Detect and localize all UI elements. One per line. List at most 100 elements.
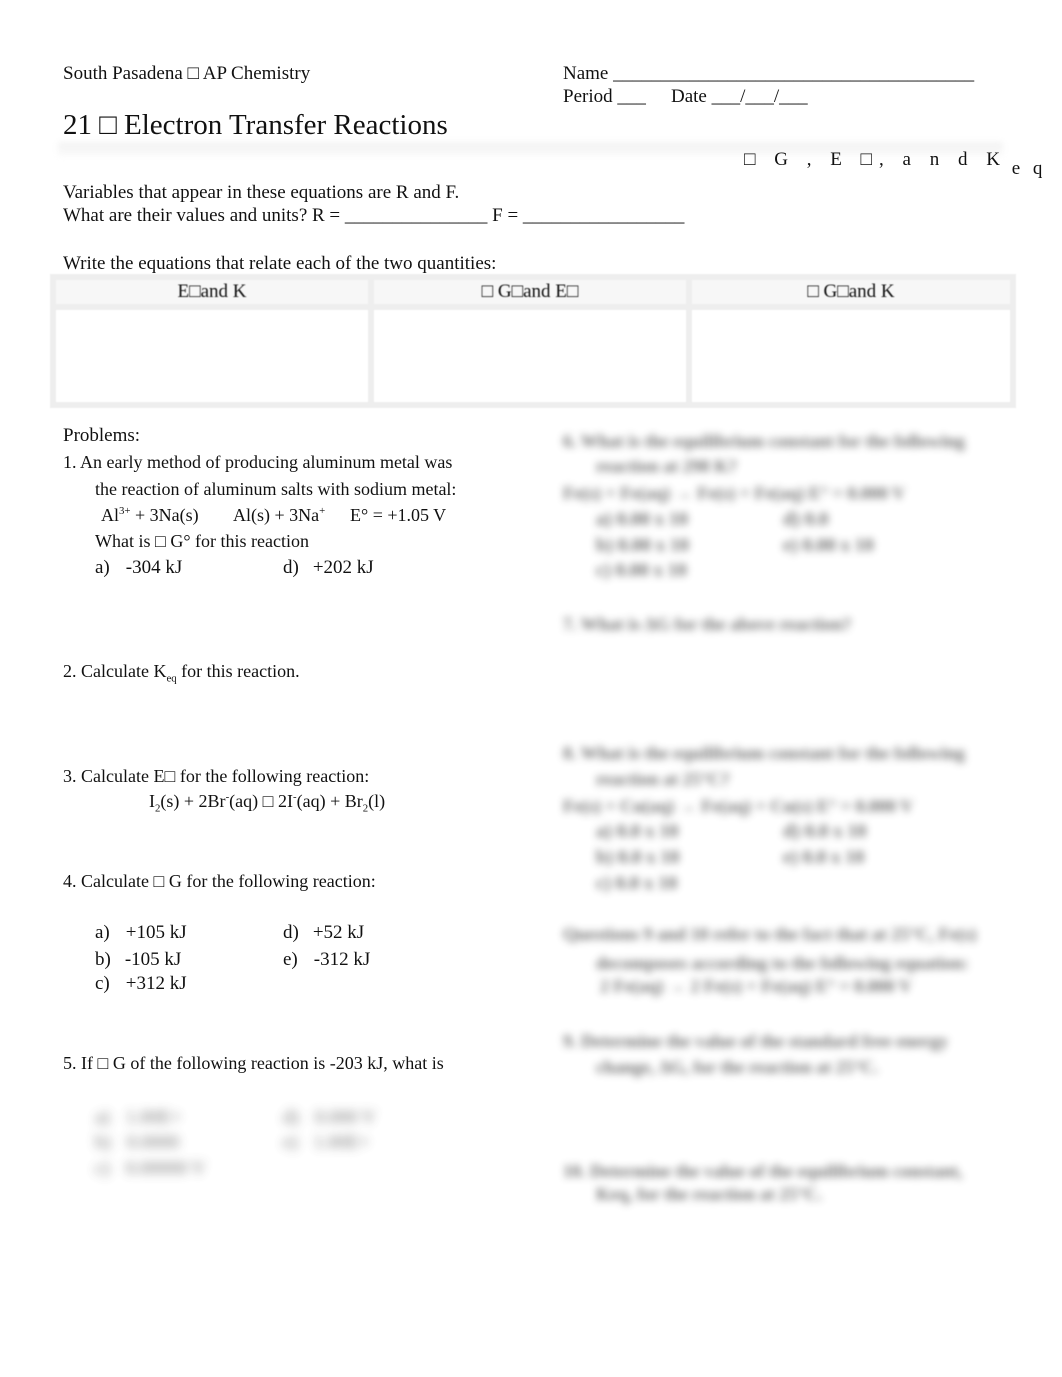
option-letter: b) [95, 949, 111, 970]
problem-2-sub: eq [166, 672, 177, 685]
problem-8-option-d[interactable]: d) 0.0 x 10 [783, 821, 866, 843]
period-field-label[interactable]: Period ___ [563, 86, 646, 108]
problem-6-option-e[interactable]: e) 0.00 x 10 [783, 535, 874, 557]
problem-2-suffix: for this reaction. [176, 661, 300, 681]
name-field-label[interactable]: Name ___________________________________… [563, 63, 974, 85]
eq-part2: (aq) □ 2I [229, 791, 294, 811]
problem-8-option-b[interactable]: b) 0.0 x 10 [596, 847, 679, 869]
table-header-e-k: E□and K [56, 280, 374, 310]
problem-5-option-c[interactable]: c) 0.00000 V [95, 1158, 206, 1180]
option-letter: b) [95, 1132, 111, 1153]
questions-9-10-equation: 2 Fe(aq) → 2 Fe(s) + Fe(aq) E° = 0.000 V [600, 976, 912, 996]
variables-line: Variables that appear in these equations… [63, 182, 460, 203]
problem-5-option-a[interactable]: a) 1.00E+ [95, 1107, 181, 1129]
problem-3-equation: I2(s) + 2Br-(aq) □ 2I-(aq) + Br2(l) [149, 791, 386, 814]
problem-4-option-e[interactable]: e) -312 kJ [283, 949, 370, 971]
table-cell-e-k[interactable] [56, 310, 374, 402]
problem-4-option-b[interactable]: b) -105 kJ [95, 949, 181, 971]
option-value: 1.00E+ [125, 1107, 182, 1128]
problem-1-products: Al(s) + 3Na+ [233, 505, 325, 526]
problem-8-option-c[interactable]: c) 0.0 x 10 [596, 873, 677, 895]
problem-2-prefix: 2. Calculate K [63, 661, 167, 681]
problem-4-option-d[interactable]: d) +52 kJ [283, 922, 364, 944]
problem-6-option-a[interactable]: a) 0.00 x 10 [596, 509, 688, 531]
option-letter: a) [95, 922, 110, 943]
worksheet-subtitle: □ G , E □, a n d K e q [744, 149, 1046, 179]
problem-8-option-e[interactable]: e) 0.0 x 10 [783, 847, 864, 869]
problem-2: 2. Calculate Keq for this reaction. [63, 661, 300, 685]
option-value: -312 kJ [313, 949, 371, 970]
problem-4-option-c[interactable]: c) +312 kJ [95, 973, 187, 995]
questions-9-10-intro-line2: decomposes according to the following eq… [596, 953, 969, 973]
table-header-g-e: □ G□and E□ [374, 280, 692, 310]
option-value: +105 kJ [125, 922, 187, 943]
problem-1-option-a[interactable]: a) -304 kJ [95, 557, 182, 579]
problem-5-option-e[interactable]: e) 1.00E+ [283, 1132, 369, 1154]
eq-products: Al(s) + 3Na [233, 505, 320, 525]
problem-5: 5. If □ G of the following reaction is -… [63, 1053, 444, 1073]
problems-heading: Problems: [63, 425, 141, 446]
option-letter: e) [283, 949, 298, 970]
problem-8-option-a[interactable]: a) 0.0 x 10 [596, 821, 678, 843]
eq-reactant-na: + 3Na(s) [130, 505, 199, 525]
problem-7: 7. What is ΔG for the above reaction? [563, 614, 852, 634]
problem-3: 3. Calculate E□ for the following reacti… [63, 766, 370, 786]
subtitle-main: □ G , E □, a n d K [744, 149, 1007, 170]
problem-1-question: What is □ G° for this reaction [95, 531, 310, 551]
option-value: +202 kJ [312, 557, 374, 578]
eq-part4: (l) [368, 791, 386, 811]
option-letter: a) [95, 557, 110, 578]
problem-1-equation: Al3+ + 3Na(s) [101, 505, 199, 526]
equations-prompt: Write the equations that relate each of … [63, 253, 497, 274]
problem-6-option-b[interactable]: b) 0.00 x 10 [596, 535, 689, 557]
values-units-line[interactable]: What are their values and units? R = ___… [63, 205, 684, 227]
problem-9-line2: change, ΔG, for the reaction at 25°C. [596, 1057, 879, 1077]
option-letter: a) [95, 1107, 110, 1128]
table-header-g-k: □ G□and K [692, 280, 1010, 310]
eq-part1: (s) + 2Br [160, 791, 226, 811]
subtitle-sub: e q [1011, 158, 1047, 179]
problem-6-option-d[interactable]: d) 0.0 [783, 509, 828, 531]
equation-table: E□and K □ G□and E□ □ G□and K [50, 274, 1016, 408]
worksheet-title: 21 □ Electron Transfer Reactions [63, 109, 448, 141]
option-letter: d) [283, 922, 299, 943]
problem-10-line2: Keq, for the reaction at 25°C. [596, 1184, 822, 1204]
problem-8-line2: reaction at 25°C? [596, 769, 730, 789]
problem-1-option-d[interactable]: d) +202 kJ [283, 557, 374, 579]
option-value: +312 kJ [125, 973, 187, 994]
problem-6-equation: Fe(s) + Fe(aq) → Fe(s) + Fe(aq) E° = 0.0… [563, 483, 906, 503]
problem-4: 4. Calculate □ G for the following react… [63, 871, 376, 891]
eq-part3: (aq) + Br [296, 791, 363, 811]
problem-4-option-a[interactable]: a) +105 kJ [95, 922, 187, 944]
option-letter: c) [95, 973, 110, 994]
option-value: -304 kJ [125, 557, 183, 578]
problem-9-line1: 9. Determine the value of the standard f… [563, 1031, 949, 1051]
date-field-label[interactable]: Date ___/___/___ [671, 86, 808, 108]
option-letter: d) [283, 1107, 299, 1128]
option-value: 0.00000 V [125, 1158, 206, 1179]
option-letter: e) [283, 1132, 298, 1153]
problem-5-option-b[interactable]: b) 0.0000 [95, 1132, 179, 1154]
problem-10-line1: 10. Determine the value of the equilibri… [563, 1161, 963, 1181]
problem-8-equation: Fe(s) + Cu(aq) → Fe(aq) + Cu(s) E° = 0.0… [563, 796, 914, 816]
problem-8-line1: 8. What is the equilibrium constant for … [563, 743, 965, 763]
problem-1-line2: the reaction of aluminum salts with sodi… [95, 479, 457, 499]
option-value: -105 kJ [124, 949, 182, 970]
option-value: 1.00E+ [313, 1132, 370, 1153]
table-cell-g-e[interactable] [374, 310, 692, 402]
problem-6-option-c[interactable]: c) 0.00 x 10 [596, 560, 687, 582]
option-value: +52 kJ [312, 922, 365, 943]
eq-reactant-al: Al [101, 505, 119, 525]
course-name: South Pasadena □ AP Chemistry [63, 63, 311, 84]
table-cell-g-k[interactable] [692, 310, 1010, 402]
eq-charge: 3+ [119, 505, 131, 517]
eq-product-charge: + [319, 505, 326, 517]
problem-6-line2: reaction at 298 K? [596, 456, 738, 476]
option-value: 0.0000 [126, 1132, 180, 1153]
option-letter: c) [95, 1158, 110, 1179]
problem-5-option-d[interactable]: d) 0.000 V [283, 1107, 376, 1129]
problem-1-line1: 1. An early method of producing aluminum… [63, 452, 453, 472]
questions-9-10-intro-line1: Questions 9 and 10 refer to the fact tha… [563, 924, 977, 944]
option-value: 0.000 V [314, 1107, 376, 1128]
problem-6-line1: 6. What is the equilibrium constant for … [563, 431, 965, 451]
